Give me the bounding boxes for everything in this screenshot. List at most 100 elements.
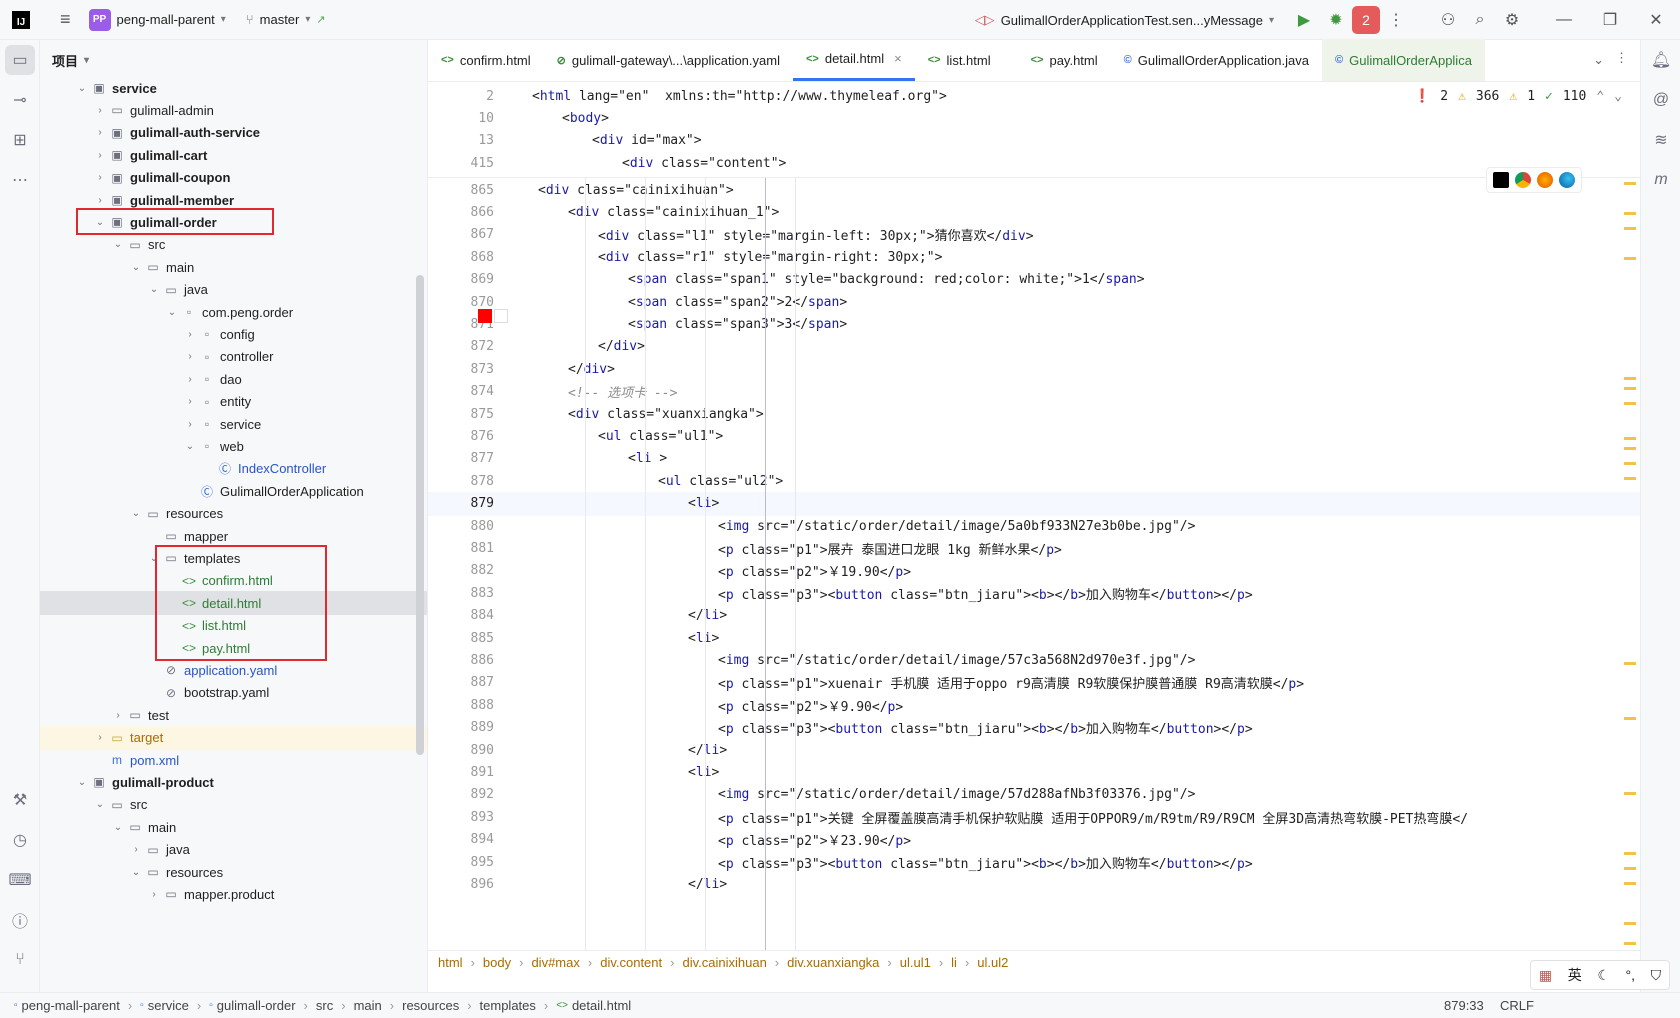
breadcrumb-item[interactable]: li [951,955,957,970]
chevron-down-icon[interactable]: ⌄ [164,307,180,318]
inspection-marker[interactable] [1624,387,1636,390]
intellij-logo-icon[interactable]: IJ [12,10,30,29]
code-line[interactable]: 865 <div class="cainixihuan"> [428,178,1640,202]
code-line[interactable]: 869 <span class="span1" style="background… [428,268,1640,292]
breadcrumb-item[interactable]: div.xuanxiangka [787,955,879,970]
tree-item[interactable]: › ▫ entity [40,390,427,414]
tree-item[interactable]: › ▫ service [40,412,427,436]
tree-item[interactable]: ⌄ ▭ main [40,815,427,839]
tree-item[interactable]: ⌄ ▭ src [40,793,427,817]
tabs-overflow-chevron-icon[interactable]: ⌄ [1593,52,1604,68]
tree-item[interactable]: ⌄ ▭ resources [40,860,427,884]
breadcrumb-item[interactable]: body [483,955,511,970]
problems-icon[interactable]: ⓘ [0,900,40,940]
tree-item[interactable]: ⌄ ▭ main [40,255,427,279]
tab-list-html[interactable]: <> list.html [915,39,1004,81]
chrome-icon[interactable] [1515,172,1531,188]
stop-button[interactable]: 2 [1352,6,1380,34]
tab-gulimall-order-applica[interactable]: © GulimallOrderApplica [1322,39,1485,81]
tab-detail-html[interactable]: <> detail.html × [792,39,915,81]
code-line[interactable]: 877 <li > [428,447,1640,471]
tree-item[interactable]: › ▭ target [40,725,427,750]
inspection-marker[interactable] [1624,437,1636,440]
tree-item[interactable]: ⌄ ▫ com.peng.order [40,300,427,324]
code-line[interactable]: 891 <li> [428,760,1640,784]
tree-item[interactable]: › ▭ mapper.product [40,882,427,906]
tree-item[interactable]: ⌄ ▭ resources [40,502,427,526]
ime-language[interactable]: 英 [1568,965,1582,985]
tree-item[interactable]: › ▣ gulimall-cart [40,143,427,167]
chevron-down-icon[interactable]: ⌄ [146,284,162,295]
search-icon[interactable]: ⌕ [1464,4,1496,36]
chevron-right-icon[interactable]: › [92,172,108,183]
ime-toolbar[interactable]: ▦ 英 ☾ °, ⛉ [1530,960,1670,990]
chevron-down-icon[interactable]: ⌄ [128,508,144,519]
chevron-down-icon[interactable]: ⌄ [74,83,90,94]
code-line[interactable]: 875 <div class="xuanxiangka"> [428,402,1640,426]
database-icon[interactable]: ≋ [1641,120,1680,160]
code-line[interactable]: 885 <li> [428,626,1640,650]
inspection-marker[interactable] [1624,462,1636,465]
tree-item[interactable]: Ⓒ IndexController [40,457,427,481]
status-path-item[interactable]: service [148,998,189,1013]
status-path-item[interactable]: src [316,998,333,1013]
tree-item[interactable]: › ▭ gulimall-admin [40,98,427,122]
tree-item[interactable]: ⌄ ▭ src [40,233,427,257]
inspection-marker[interactable] [1624,402,1636,405]
close-icon[interactable]: ✕ [1640,4,1672,36]
breadcrumb-item[interactable]: div.content [600,955,662,970]
main-menu-icon[interactable]: ≡ [60,9,71,30]
inspection-marker[interactable] [1624,717,1636,720]
code-line[interactable]: 880 <img src="/static/order/detail/image/… [428,514,1640,538]
code-line[interactable]: 872 </div> [428,335,1640,359]
chevron-down-icon[interactable]: ⌄ [182,441,198,452]
tabs-more-icon[interactable]: ⋮ [1615,50,1628,66]
inspection-marker[interactable] [1624,447,1636,450]
code-line[interactable]: 888 <p class="p2">￥9.90</p> [428,693,1640,717]
code-line[interactable]: 870 <span class="span2">2</span> [428,290,1640,314]
chevron-right-icon[interactable]: › [182,374,198,385]
inspection-marker[interactable] [1624,257,1636,260]
tree-item[interactable]: › ▭ java [40,838,427,862]
status-path-item[interactable]: templates [480,998,536,1013]
ai-assistant-icon[interactable]: @ [1641,80,1680,120]
tree-item[interactable]: ⌄ ▫ web [40,434,427,458]
chevron-right-icon[interactable]: › [182,419,198,430]
punctuation-icon[interactable]: °, [1626,967,1636,983]
maven-icon[interactable]: m [1641,160,1680,200]
inspection-marker[interactable] [1624,942,1636,945]
restore-icon[interactable]: ❐ [1594,4,1626,36]
more-tools-icon[interactable]: ⋯ [0,160,40,200]
sticky-line[interactable]: 415 <div class="content"> [428,151,1640,175]
project-folder-icon[interactable]: ▭ [5,45,35,75]
code-line[interactable]: 887 <p class="p1">xuenair 手机膜 适用于oppo r9高… [428,671,1640,695]
inspection-marker[interactable] [1624,922,1636,925]
more-icon[interactable]: ⋮ [1380,4,1412,36]
code-line[interactable]: 876 <ul class="ul1"> [428,424,1640,448]
chevron-right-icon[interactable]: › [146,889,162,900]
chevron-down-icon[interactable]: ⌄ [110,239,126,250]
status-path-item[interactable]: main [354,998,382,1013]
tree-item[interactable]: ⌄ ▭ java [40,278,427,302]
sticky-line[interactable]: 13 <div id="max"> [428,129,1640,153]
chevron-down-icon[interactable]: ⌄ [74,777,90,788]
run-config-selector[interactable]: ◁▷ GulimallOrderApplicationTest.sen...yM… [975,12,1274,28]
intellij-browser-icon[interactable] [1493,172,1509,188]
tree-item[interactable]: › ▫ dao [40,367,427,391]
code-line[interactable]: 895 <p class="p3"><button class="btn_jiar… [428,850,1640,874]
tab-confirm-html[interactable]: <> confirm.html [428,39,544,81]
breadcrumb-item[interactable]: ul.ul2 [977,955,1008,970]
chevron-right-icon[interactable]: › [92,732,108,743]
code-line[interactable]: 892 <img src="/static/order/detail/image/… [428,783,1640,807]
status-path-item[interactable]: resources [402,998,459,1013]
inspection-marker[interactable] [1624,867,1636,870]
inspection-marker[interactable] [1624,852,1636,855]
debug-icon[interactable]: ✹ [1320,4,1352,36]
tree-item[interactable]: › ▫ controller [40,345,427,369]
inspection-marker[interactable] [1624,792,1636,795]
code-line[interactable]: 879 <li> [428,491,1640,516]
notifications-icon[interactable]: 🔔︎ [1641,40,1680,80]
tab-gateway-application-yaml[interactable]: ⊘ gulimall-gateway\...\application.yaml [544,39,793,81]
add-user-icon[interactable]: ⚇ [1432,4,1464,36]
tree-item[interactable]: ⌄ ▣ gulimall-product [40,770,427,794]
